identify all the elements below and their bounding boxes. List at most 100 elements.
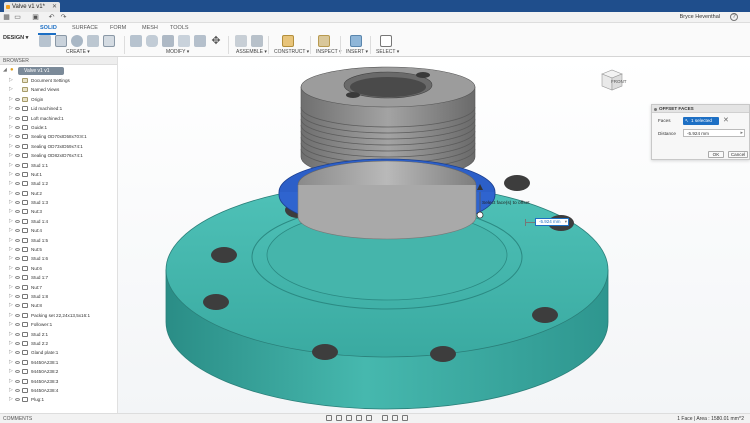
visibility-eye-icon[interactable]: [15, 332, 20, 336]
close-icon[interactable]: ✕: [52, 2, 57, 12]
distance-input[interactable]: -5.924 mm ▸: [683, 129, 745, 137]
save-icon[interactable]: ▣: [32, 14, 39, 21]
browser-item[interactable]: ▷ Stud 2:1: [0, 330, 117, 339]
visibility-eye-icon[interactable]: [15, 107, 20, 111]
browser-item[interactable]: ▷ Gland plate:1: [0, 348, 117, 357]
document-tab[interactable]: Valve v1 v1* ✕: [4, 2, 60, 12]
visibility-eye-icon[interactable]: [15, 276, 20, 280]
undo-icon[interactable]: ↶: [48, 14, 55, 21]
expand-arrow-icon[interactable]: ▷: [9, 283, 13, 292]
browser-item[interactable]: ▷ Stud 1:5: [0, 236, 117, 245]
browser-item[interactable]: ▷ Origin: [0, 95, 117, 104]
workspace-switcher[interactable]: DESIGN ▾: [3, 35, 28, 41]
browser-item[interactable]: ▷ Guide:1: [0, 123, 117, 132]
chamfer-icon[interactable]: [162, 35, 174, 47]
look-at-icon[interactable]: [336, 415, 342, 421]
expand-arrow-icon[interactable]: ▷: [9, 198, 13, 207]
browser-item[interactable]: ▷ Stud 1:8: [0, 292, 117, 301]
browser-item[interactable]: ▷ Nut:8: [0, 301, 117, 310]
visibility-eye-icon[interactable]: [15, 135, 20, 139]
browser-item[interactable]: ▷ Nut:7: [0, 283, 117, 292]
insert-image-icon[interactable]: [350, 35, 362, 47]
browser-item[interactable]: ▷ Document Settings: [0, 76, 117, 85]
expand-arrow-icon[interactable]: ▷: [9, 151, 13, 160]
expand-arrow-icon[interactable]: ▷: [9, 320, 13, 329]
expand-arrow-icon[interactable]: ▷: [9, 142, 13, 151]
visibility-eye-icon[interactable]: [15, 388, 20, 392]
browser-item[interactable]: ▷ Nut:2: [0, 189, 117, 198]
browser-item[interactable]: ▷ Nut:4: [0, 226, 117, 235]
visibility-eye-icon[interactable]: [15, 201, 20, 205]
expand-arrow-icon[interactable]: ▷: [9, 236, 13, 245]
browser-item[interactable]: ▷ Lid machined:1: [0, 104, 117, 113]
new-component-icon[interactable]: [39, 35, 51, 47]
redo-icon[interactable]: ↷: [60, 14, 67, 21]
comments-panel[interactable]: COMMENTS: [3, 416, 32, 422]
grid-settings-icon[interactable]: [392, 415, 398, 421]
visibility-eye-icon[interactable]: [15, 379, 20, 383]
zoom-icon[interactable]: [356, 415, 362, 421]
select-icon[interactable]: [380, 35, 392, 47]
offset-plane-icon[interactable]: [282, 35, 294, 47]
expand-arrow-icon[interactable]: ▷: [9, 311, 13, 320]
visibility-eye-icon[interactable]: [15, 210, 20, 214]
browser-root[interactable]: ◢ ● Valve v1 v1: [0, 66, 117, 75]
expand-arrow-icon[interactable]: ▷: [9, 189, 13, 198]
visibility-eye-icon[interactable]: [15, 238, 20, 242]
pan-icon[interactable]: [346, 415, 352, 421]
visibility-eye-icon[interactable]: [15, 182, 20, 186]
create-menu[interactable]: CREATE ▾: [66, 49, 90, 55]
browser-item[interactable]: ▷ Nut:1: [0, 170, 117, 179]
browser-item[interactable]: ▷ Nut:3: [0, 207, 117, 216]
assemble-menu[interactable]: ASSEMBLE ▾: [236, 49, 267, 55]
browser-item[interactable]: ▷ Stud 2:2: [0, 339, 117, 348]
visibility-eye-icon[interactable]: [15, 144, 20, 148]
visibility-eye-icon[interactable]: [15, 304, 20, 308]
expand-arrow-icon[interactable]: ▷: [9, 207, 13, 216]
tab-form[interactable]: FORM: [110, 25, 126, 31]
visibility-eye-icon[interactable]: [15, 351, 20, 355]
visibility-eye-icon[interactable]: [15, 219, 20, 223]
browser-item[interactable]: ▷ Stud 1:6: [0, 254, 117, 263]
expand-arrow-icon[interactable]: ▷: [9, 254, 13, 263]
browser-item[interactable]: ▷ Nut:5: [0, 245, 117, 254]
press-pull-icon[interactable]: [130, 35, 142, 47]
browser-item[interactable]: ▷ Nut:6: [0, 264, 117, 273]
visibility-eye-icon[interactable]: [15, 191, 20, 195]
browser-item[interactable]: ▷ Stud 1:7: [0, 273, 117, 282]
visibility-eye-icon[interactable]: [15, 229, 20, 233]
combine-icon[interactable]: [194, 35, 206, 47]
pattern-icon[interactable]: [103, 35, 115, 47]
tab-solid[interactable]: SOLID: [40, 25, 57, 31]
browser-item[interactable]: ▷ 94450A238:1: [0, 358, 117, 367]
dimension-input[interactable]: -5.924 mm ▾: [535, 218, 569, 226]
tab-mesh[interactable]: MESH: [142, 25, 158, 31]
visibility-eye-icon[interactable]: [15, 154, 20, 158]
expand-arrow-icon[interactable]: ▷: [9, 386, 13, 395]
extrude-icon[interactable]: [55, 35, 67, 47]
cancel-button[interactable]: Cancel: [728, 151, 748, 158]
viewports-icon[interactable]: [402, 415, 408, 421]
measure-icon[interactable]: [318, 35, 330, 47]
display-settings-icon[interactable]: [382, 415, 388, 421]
expand-arrow-icon[interactable]: ▷: [9, 339, 13, 348]
modify-menu[interactable]: MODIFY ▾: [166, 49, 189, 55]
visibility-eye-icon[interactable]: [15, 370, 20, 374]
fillet-icon[interactable]: [146, 35, 158, 47]
browser-item[interactable]: ▷ Loft machined:1: [0, 114, 117, 123]
inspect-menu[interactable]: INSPECT ▾: [316, 49, 341, 55]
visibility-eye-icon[interactable]: [15, 163, 20, 167]
expand-arrow-icon[interactable]: ▷: [9, 264, 13, 273]
lightbulb-icon[interactable]: ●: [10, 67, 14, 73]
visibility-eye-icon[interactable]: [15, 285, 20, 289]
browser-item[interactable]: ▷ Named Views: [0, 85, 117, 94]
expand-arrow-icon[interactable]: ▷: [9, 273, 13, 282]
expand-arrow-icon[interactable]: ▷: [9, 367, 13, 376]
browser-item[interactable]: ▷ Stud 1:1: [0, 161, 117, 170]
visibility-eye-icon[interactable]: [15, 125, 20, 129]
expand-arrow-icon[interactable]: ▷: [9, 395, 13, 404]
ok-button[interactable]: OK: [708, 151, 724, 158]
browser-item[interactable]: ▷ Follower:1: [0, 320, 117, 329]
stepper-icon[interactable]: ▾: [565, 219, 567, 225]
orbit-icon[interactable]: [326, 415, 332, 421]
